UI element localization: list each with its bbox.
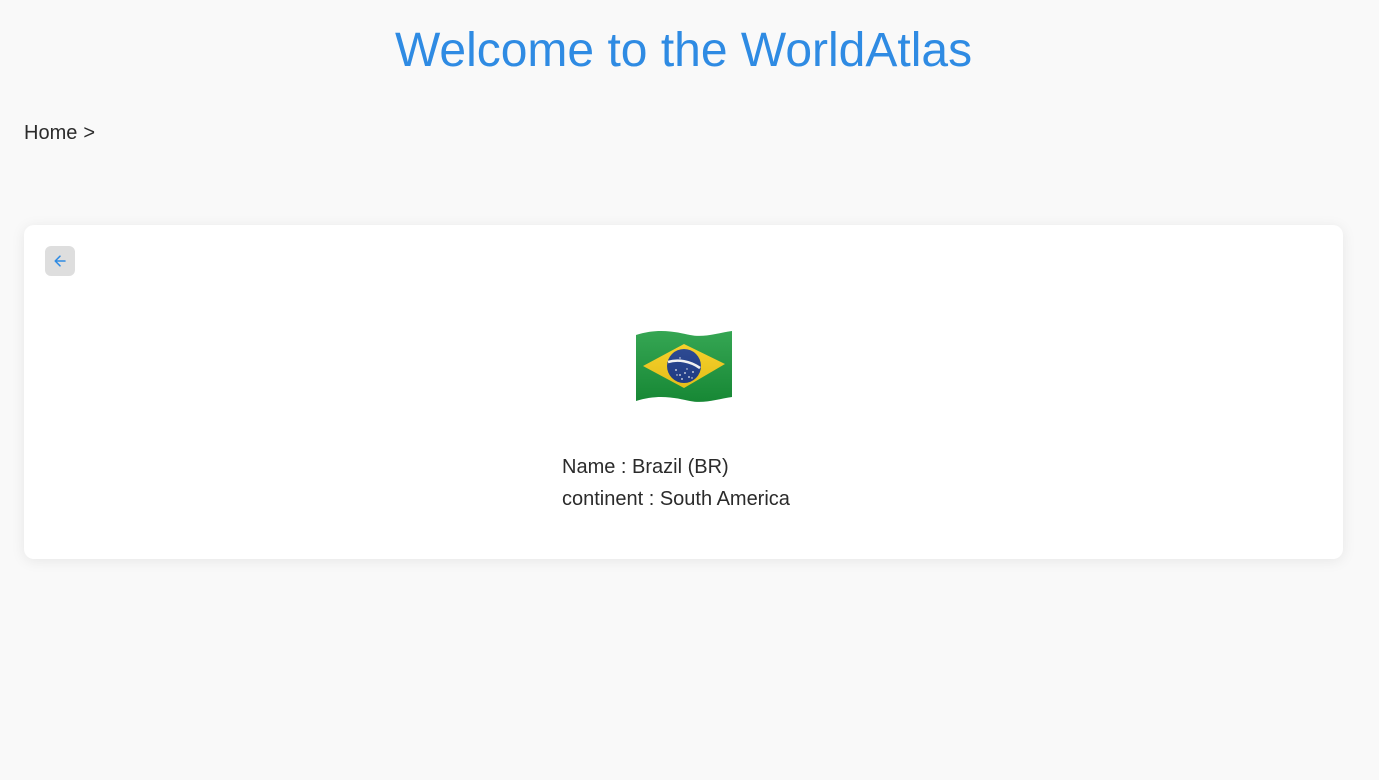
country-details: Name : Brazil (BR) continent : South Ame… [562, 451, 790, 515]
continent-value: South America [659, 488, 790, 510]
breadcrumb-home-link[interactable]: Home [24, 120, 77, 146]
breadcrumb-separator: > [83, 122, 96, 144]
country-name-label: Name [562, 456, 616, 478]
brazil-flag-icon [636, 330, 732, 402]
country-name-row: Name : Brazil (BR) [562, 451, 790, 483]
breadcrumb: Home > [24, 120, 95, 146]
back-button[interactable] [45, 246, 75, 276]
country-continent-row: continent : South America [562, 483, 790, 515]
country-name-value: Brazil (BR) [632, 456, 729, 478]
label-separator: : [643, 488, 660, 510]
arrow-left-icon [54, 255, 66, 267]
label-separator: : [615, 456, 633, 478]
page: Welcome to the WorldAtlas Home > Name: … [0, 0, 1379, 780]
continent-label: continent [562, 488, 644, 510]
site-title: Welcome to the WorldAtlas [394, 24, 973, 77]
country-detail-card: Name : Brazil (BR) continent : South Ame… [24, 225, 1343, 559]
